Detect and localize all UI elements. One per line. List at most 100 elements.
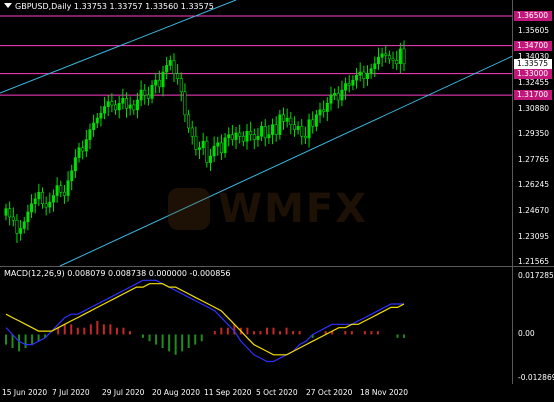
candle-body [249,130,253,135]
price-axis-label: 1.26245 [518,179,550,189]
candle-body [15,219,19,234]
candle-body [176,73,180,79]
candle-body [33,198,37,205]
candle-body [282,114,286,122]
candle-body [216,142,220,147]
candle-body [274,124,278,135]
candle-body [311,119,315,127]
wikifx-logo [168,188,210,230]
chevron-down-icon[interactable] [4,3,12,8]
candle-body [223,137,227,154]
price-axis-label: 1.21565 [518,257,550,266]
candle-body [212,145,216,157]
candle-body [92,122,96,130]
macd-signal-line [5,283,405,356]
candle-body [358,71,362,76]
time-axis-label: 20 Aug 2020 [152,388,201,397]
candle-body [99,112,103,119]
candle-body [183,91,187,116]
candle-body [219,142,223,154]
macd-header: MACD(12,26,9) 0.008079 0.008738 0.000000… [4,269,231,278]
candle-body [395,60,399,65]
candle-body [95,117,99,124]
price-axis-label: 1.23095 [518,231,550,241]
time-axis-label: 7 Jul 2020 [52,388,90,397]
candle-body [322,109,326,112]
candle-body [201,140,205,149]
candle-body [161,71,165,88]
candle-body [110,101,114,106]
candle-body [51,195,55,203]
candle-body [329,94,333,104]
candle-body [369,68,373,74]
candle-body [37,191,41,200]
candle-body [84,139,88,152]
candle-body [267,134,271,139]
candle-body [70,170,74,182]
price-axis-label: 1.24670 [518,205,550,215]
candle-body [150,84,154,99]
candle-body [128,104,132,109]
candle-body [300,126,304,137]
price-axis-label: 1.29350 [518,128,550,138]
candle-body [117,102,121,111]
candle-body [252,134,256,140]
candle-body [314,114,318,127]
candle-body [344,83,348,91]
candle-body [263,126,267,139]
candle-body [165,65,169,73]
candle-body [387,55,391,60]
channel-upper-line [0,0,237,94]
candle-body [245,130,249,142]
candle-body [205,140,209,163]
candle-body [391,58,395,61]
candle-body [154,79,158,86]
candle-body [376,56,380,65]
candle-body [230,134,234,140]
price-level-tag: 1.33000 [514,68,552,79]
candle-body [398,48,402,65]
candle-body [124,98,128,109]
candle-body [336,93,340,101]
price-level-tag: 1.34700 [514,40,552,51]
candle-body [143,89,147,96]
candle-body [380,53,384,58]
candle-body [114,104,118,111]
candle-body [11,216,15,221]
candle-body [271,124,275,135]
candle-body [260,126,264,137]
time-axis-label: 29 Jul 2020 [102,388,145,397]
candle-body [41,191,45,205]
channel-lower-line [59,55,513,267]
candle-body [278,114,282,135]
time-axis-label: 18 Nov 2020 [360,388,409,397]
candle-body [77,147,81,158]
candle-body [168,60,172,66]
candle-body [187,114,191,129]
price-axis-label: 1.30880 [518,103,550,113]
candle-body [121,98,125,104]
candle-body [172,60,176,74]
candle-body [81,147,85,152]
candle-body [132,104,136,111]
candle-body [373,63,377,70]
candle-body [303,135,307,139]
watermark: WMFX [168,186,368,232]
candle-body [234,132,238,140]
macd-axis-label: 0.00 [518,329,535,339]
candle-body [241,135,245,142]
candle-body [365,73,369,79]
candle-body [55,185,59,196]
candle-body [4,208,8,216]
macd-axis-label: -0.012869 [518,373,554,382]
candle-body [318,109,322,116]
price-axis-label: 1.27765 [518,154,550,164]
price-axis-label: 1.32455 [518,77,550,87]
candle-body [362,71,366,79]
candle-body [146,94,150,99]
candle-body [194,135,198,150]
candle-body [88,129,92,140]
candle-body [179,78,183,93]
candle-body [157,79,161,88]
candle-body [351,79,355,86]
